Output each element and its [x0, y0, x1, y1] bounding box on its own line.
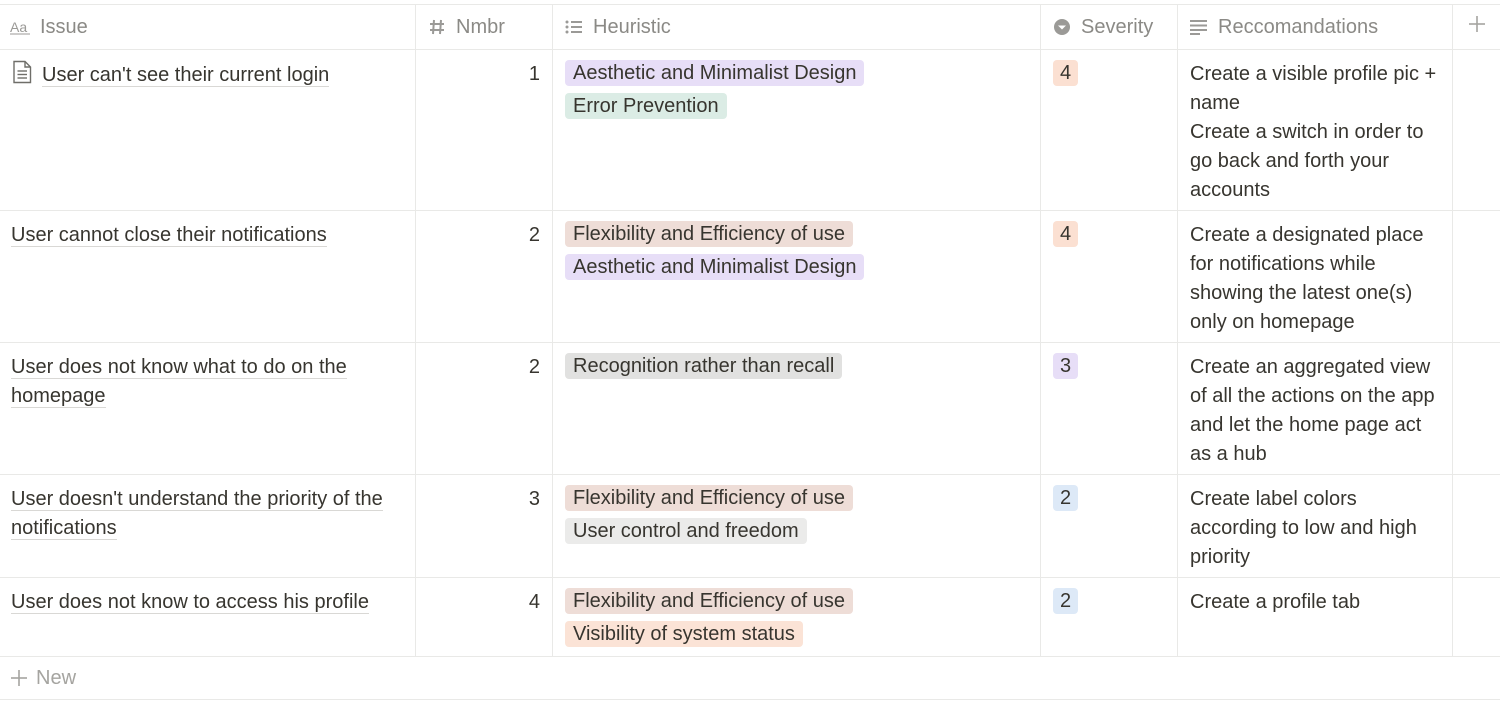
select-chevron-icon [1051, 16, 1073, 38]
database-table: Aa Issue Nmbr Heuristic Severity Reccoma… [0, 4, 1500, 700]
recommendations-cell[interactable]: Create a profile tab [1178, 578, 1453, 656]
issue-title[interactable]: User can't see their current login [42, 64, 330, 87]
table-row[interactable]: User cannot close their notifications 2 … [0, 211, 1500, 343]
table-row[interactable]: User does not know to access his profile… [0, 578, 1500, 657]
heuristic-tag: User control and freedom [565, 518, 807, 544]
table-header: Aa Issue Nmbr Heuristic Severity Reccoma… [0, 4, 1500, 50]
recommendation-line: Create label colors according to low and… [1190, 488, 1417, 568]
severity-cell[interactable]: 4 [1041, 211, 1178, 342]
nmbr-cell[interactable]: 2 [416, 343, 553, 474]
recommendations-cell[interactable]: Create a designated place for notificati… [1178, 211, 1453, 342]
issue-cell[interactable]: User can't see their current login [0, 50, 416, 210]
severity-tag: 4 [1053, 60, 1079, 86]
heuristic-cell[interactable]: Recognition rather than recall [553, 343, 1041, 474]
nmbr-value: 2 [528, 356, 540, 378]
empty-cell [1453, 475, 1500, 577]
table-row[interactable]: User doesn't understand the priority of … [0, 475, 1500, 578]
plus-icon [10, 669, 28, 687]
nmbr-value: 2 [528, 224, 540, 246]
column-header-recommendations[interactable]: Reccomandations [1178, 5, 1453, 49]
nmbr-value: 1 [528, 63, 540, 85]
nmbr-cell[interactable]: 4 [416, 578, 553, 656]
nmbr-value: 3 [528, 488, 540, 510]
recommendation-line: Create an aggregated view of all the act… [1190, 356, 1435, 465]
severity-cell[interactable]: 2 [1041, 475, 1178, 577]
empty-cell [1453, 578, 1500, 656]
severity-tag: 2 [1053, 485, 1079, 511]
heuristic-cell[interactable]: Flexibility and Efficiency of use User c… [553, 475, 1041, 577]
column-header-label: Reccomandations [1218, 15, 1379, 38]
issue-title[interactable]: User doesn't understand the priority of … [11, 488, 383, 540]
heuristic-tag: Recognition rather than recall [565, 353, 843, 379]
recommendations-cell[interactable]: Create label colors according to low and… [1178, 475, 1453, 577]
table-row[interactable]: User does not know what to do on the hom… [0, 343, 1500, 475]
issue-cell[interactable]: User does not know what to do on the hom… [0, 343, 416, 474]
recommendation-line: Create a switch in order to go back and … [1190, 121, 1424, 201]
issue-title[interactable]: User cannot close their notifications [11, 224, 327, 247]
add-column-button[interactable] [1453, 5, 1500, 49]
column-header-issue[interactable]: Aa Issue [0, 5, 416, 49]
list-icon [563, 16, 585, 38]
issue-cell[interactable]: User doesn't understand the priority of … [0, 475, 416, 577]
column-header-label: Issue [40, 15, 88, 38]
severity-tag: 4 [1053, 221, 1079, 247]
recommendation-line: Create a visible profile pic + name [1190, 63, 1437, 114]
heuristic-cell[interactable]: Flexibility and Efficiency of use Visibi… [553, 578, 1041, 656]
issue-title[interactable]: User does not know to access his profile [11, 591, 369, 614]
empty-cell [1453, 343, 1500, 474]
heuristic-tag: Aesthetic and Minimalist Design [565, 60, 865, 86]
severity-tag: 3 [1053, 353, 1079, 379]
text-lines-icon [1188, 16, 1210, 38]
heuristic-tag: Flexibility and Efficiency of use [565, 588, 853, 614]
hash-icon [426, 16, 448, 38]
column-header-nmbr[interactable]: Nmbr [416, 5, 553, 49]
empty-cell [1453, 50, 1500, 210]
issue-cell[interactable]: User does not know to access his profile [0, 578, 416, 656]
column-header-severity[interactable]: Severity [1041, 5, 1178, 49]
column-header-heuristic[interactable]: Heuristic [553, 5, 1041, 49]
nmbr-cell[interactable]: 2 [416, 211, 553, 342]
recommendation-line: Create a designated place for notificati… [1190, 224, 1424, 333]
heuristic-cell[interactable]: Flexibility and Efficiency of use Aesthe… [553, 211, 1041, 342]
plus-icon [1468, 15, 1486, 39]
heuristic-tag: Aesthetic and Minimalist Design [565, 254, 865, 280]
severity-cell[interactable]: 2 [1041, 578, 1178, 656]
nmbr-cell[interactable]: 3 [416, 475, 553, 577]
recommendation-line: Create a profile tab [1190, 591, 1361, 613]
new-row-label: New [36, 666, 77, 689]
svg-text:Aa: Aa [10, 19, 27, 35]
recommendations-cell[interactable]: Create an aggregated view of all the act… [1178, 343, 1453, 474]
heuristic-tag: Error Prevention [565, 93, 727, 119]
heuristic-tag: Flexibility and Efficiency of use [565, 221, 853, 247]
heuristic-cell[interactable]: Aesthetic and Minimalist Design Error Pr… [553, 50, 1041, 210]
text-aa-icon: Aa [10, 16, 32, 38]
severity-cell[interactable]: 3 [1041, 343, 1178, 474]
severity-tag: 2 [1053, 588, 1079, 614]
heuristic-tag: Flexibility and Efficiency of use [565, 485, 853, 511]
recommendations-cell[interactable]: Create a visible profile pic + name Crea… [1178, 50, 1453, 210]
nmbr-cell[interactable]: 1 [416, 50, 553, 210]
column-header-label: Heuristic [593, 15, 671, 38]
nmbr-value: 4 [528, 591, 540, 613]
heuristic-tag: Visibility of system status [565, 621, 803, 647]
column-header-label: Nmbr [456, 15, 505, 38]
issue-title[interactable]: User does not know what to do on the hom… [11, 356, 347, 408]
document-icon [11, 60, 33, 93]
issue-cell[interactable]: User cannot close their notifications [0, 211, 416, 342]
empty-cell [1453, 211, 1500, 342]
severity-cell[interactable]: 4 [1041, 50, 1178, 210]
new-row-button[interactable]: New [0, 657, 1500, 700]
table-row[interactable]: User can't see their current login 1 Aes… [0, 50, 1500, 211]
column-header-label: Severity [1081, 15, 1154, 38]
